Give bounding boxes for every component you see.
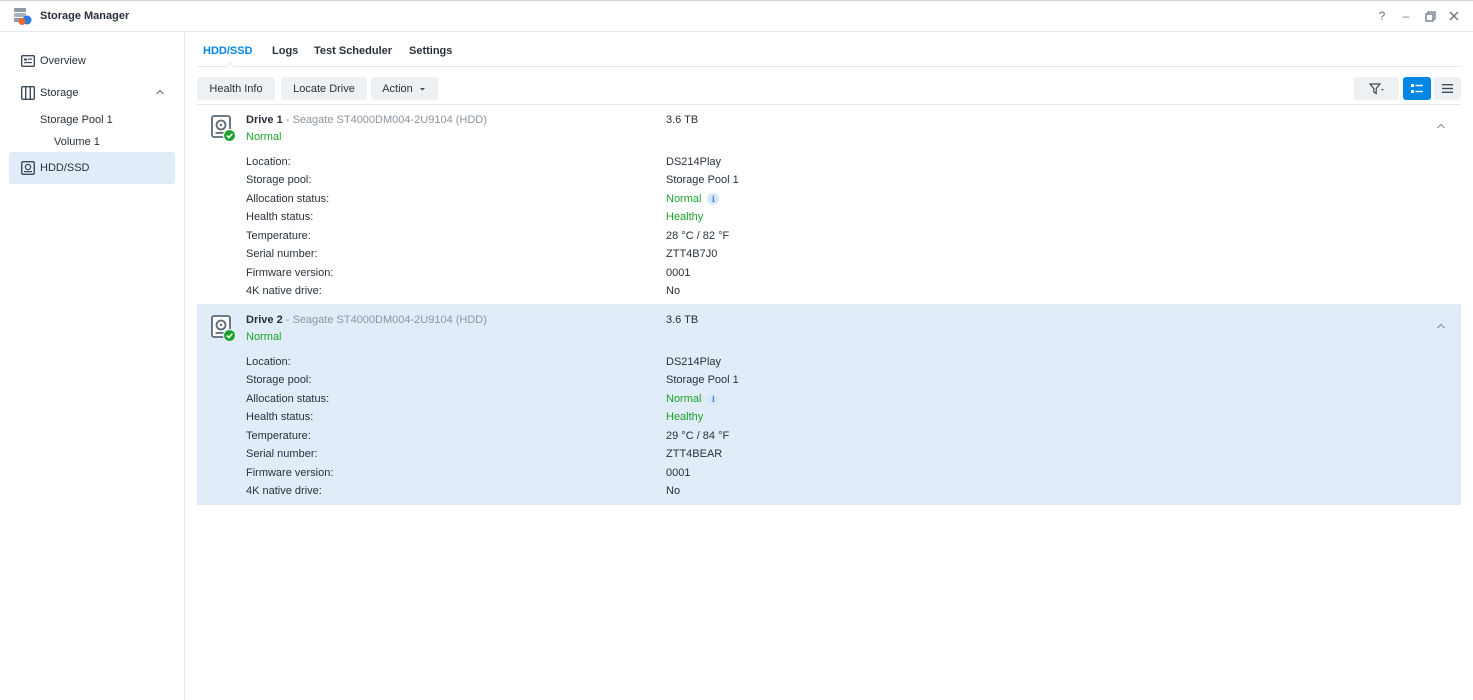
info-icon[interactable]: i	[707, 193, 720, 205]
allocation-status-label: Allocation status:	[246, 393, 330, 405]
list-view-button[interactable]	[1434, 77, 1461, 100]
tab-logs[interactable]: Logs	[272, 45, 298, 57]
hdd-healthy-icon	[211, 115, 237, 143]
filter-icon	[1368, 82, 1384, 95]
app-title: Storage Manager	[40, 10, 130, 22]
window-controls: ? –	[1375, 9, 1461, 23]
detail-list-icon	[1411, 83, 1423, 93]
4k-native-label: 4K native drive:	[246, 285, 322, 297]
drive-name: Drive 2	[246, 314, 283, 326]
tab-hdd-ssd[interactable]: HDD/SSD	[203, 45, 253, 57]
action-dropdown-button[interactable]: Action	[371, 77, 438, 100]
drive-card-1[interactable]: Drive 1 - Seagate ST4000DM004-2U9104 (HD…	[197, 105, 1461, 305]
allocation-status-value: Normal i	[666, 193, 720, 205]
serial-number-value: ZTT4B7J0	[666, 248, 718, 260]
drive-status: Normal	[246, 331, 282, 343]
filter-button[interactable]	[1354, 77, 1399, 100]
collapse-chevron-icon[interactable]	[1436, 322, 1446, 330]
caret-down-icon	[419, 87, 425, 90]
storage-pool-value: Storage Pool 1	[666, 174, 739, 186]
health-status-value: Healthy	[666, 411, 704, 423]
storage-manager-window: Storage Manager ? – Overview Storage Sto…	[0, 0, 1473, 700]
list-icon	[1442, 84, 1453, 93]
locate-drive-button[interactable]: Locate Drive	[281, 77, 367, 100]
storage-icon	[21, 86, 35, 100]
sidebar-item-hdd-ssd[interactable]: HDD/SSD	[9, 152, 175, 184]
drive-capacity: 3.6 TB	[666, 114, 699, 126]
storage-pool-label: Storage pool:	[246, 174, 312, 186]
sidebar-item-storage-pool-1[interactable]: Storage Pool 1	[40, 114, 113, 126]
firmware-version-value: 0001	[666, 467, 691, 479]
4k-native-value: No	[666, 285, 681, 297]
temperature-label: Temperature:	[246, 430, 311, 442]
drive-model: - Seagate ST4000DM004-2U9104 (HDD)	[282, 114, 487, 126]
storage-pool-label: Storage pool:	[246, 374, 312, 386]
temperature-value: 29 °C / 84 °F	[666, 430, 730, 442]
serial-number-label: Serial number:	[246, 448, 318, 460]
serial-number-label: Serial number:	[246, 248, 318, 260]
location-label: Location:	[246, 356, 291, 368]
collapse-chevron-icon[interactable]	[1436, 122, 1446, 130]
temperature-label: Temperature:	[246, 230, 311, 242]
drive-card-2[interactable]: Drive 2 - Seagate ST4000DM004-2U9104 (HD…	[197, 305, 1461, 505]
health-status-label: Health status:	[246, 411, 314, 423]
overview-icon	[21, 55, 35, 67]
4k-native-label: 4K native drive:	[246, 485, 322, 497]
chevron-up-icon[interactable]	[155, 87, 165, 97]
restore-icon[interactable]	[1423, 9, 1437, 23]
sidebar-item-label: Storage	[40, 87, 79, 99]
allocation-status-text: Normal	[666, 393, 702, 405]
sidebar-item-label: HDD/SSD	[40, 162, 90, 174]
firmware-version-label: Firmware version:	[246, 467, 334, 479]
hdd-icon	[21, 161, 35, 175]
tab-settings[interactable]: Settings	[409, 45, 452, 57]
firmware-version-value: 0001	[666, 267, 691, 279]
sidebar-item-storage[interactable]: Storage	[9, 77, 175, 109]
help-icon[interactable]: ?	[1375, 9, 1389, 23]
drive-title: Drive 2 - Seagate ST4000DM004-2U9104 (HD…	[246, 314, 487, 326]
action-button-label: Action	[382, 82, 413, 95]
allocation-status-value: Normal i	[666, 393, 720, 405]
sidebar-item-volume-1[interactable]: Volume 1	[54, 136, 100, 148]
sidebar-item-label: Overview	[40, 55, 86, 67]
sidebar: Overview Storage Storage Pool 1 Volume 1…	[0, 32, 185, 700]
allocation-status-text: Normal	[666, 193, 702, 205]
health-info-button[interactable]: Health Info	[197, 77, 275, 100]
sidebar-item-overview[interactable]: Overview	[9, 45, 175, 77]
active-tab-indicator	[225, 62, 235, 68]
health-status-label: Health status:	[246, 211, 314, 223]
drive-status: Normal	[246, 131, 282, 143]
close-icon[interactable]	[1447, 9, 1461, 23]
minimize-icon[interactable]: –	[1399, 9, 1413, 23]
detail-view-button[interactable]	[1403, 77, 1431, 100]
storage-pool-value: Storage Pool 1	[666, 374, 739, 386]
allocation-status-label: Allocation status:	[246, 193, 330, 205]
location-value: DS214Play	[666, 156, 722, 168]
firmware-version-label: Firmware version:	[246, 267, 334, 279]
drive-capacity: 3.6 TB	[666, 314, 699, 326]
info-icon[interactable]: i	[707, 393, 720, 405]
drive-name: Drive 1	[246, 114, 283, 126]
health-status-value: Healthy	[666, 211, 704, 223]
title-bar: Storage Manager ? –	[0, 1, 1473, 32]
hdd-healthy-icon	[211, 315, 237, 343]
4k-native-value: No	[666, 485, 681, 497]
drive-title: Drive 1 - Seagate ST4000DM004-2U9104 (HD…	[246, 114, 487, 126]
tab-bar: HDD/SSD Logs Test Scheduler Settings	[197, 32, 1461, 68]
serial-number-value: ZTT4BEAR	[666, 448, 723, 460]
tab-test-scheduler[interactable]: Test Scheduler	[314, 45, 392, 57]
temperature-value: 28 °C / 82 °F	[666, 230, 730, 242]
drive-model: - Seagate ST4000DM004-2U9104 (HDD)	[282, 314, 487, 326]
storage-manager-app-icon	[14, 8, 32, 25]
main-panel: HDD/SSD Logs Test Scheduler Settings Hea…	[186, 32, 1473, 700]
location-value: DS214Play	[666, 356, 722, 368]
location-label: Location:	[246, 156, 291, 168]
